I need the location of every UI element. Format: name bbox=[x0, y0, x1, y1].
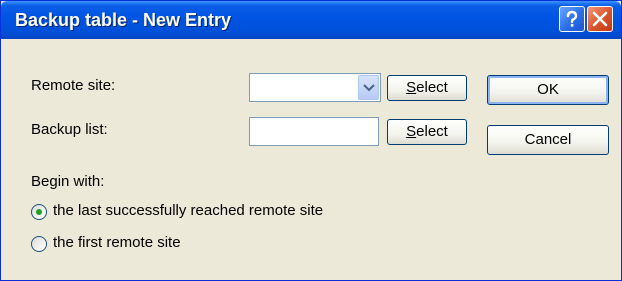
select-backup-list-button[interactable]: Select bbox=[387, 119, 467, 145]
backup-list-input[interactable] bbox=[249, 117, 379, 146]
ok-button[interactable]: OK bbox=[487, 75, 609, 105]
ok-label: OK bbox=[537, 81, 559, 98]
dropdown-button[interactable] bbox=[358, 75, 379, 100]
select-remote-site-label: Select bbox=[406, 79, 448, 96]
radio-last-reached-label[interactable]: the last successfully reached remote sit… bbox=[53, 202, 323, 219]
select-backup-list-label: Select bbox=[406, 123, 448, 140]
radio-first-site[interactable] bbox=[31, 236, 47, 252]
cancel-button[interactable]: Cancel bbox=[487, 125, 609, 155]
title-bar[interactable]: Backup table - New Entry bbox=[1, 1, 621, 39]
remote-site-label: Remote site: bbox=[31, 77, 116, 94]
radio-first-site-label[interactable]: the first remote site bbox=[53, 234, 181, 251]
question-icon bbox=[566, 10, 578, 27]
begin-with-label: Begin with: bbox=[31, 173, 105, 190]
dialog-window: Backup table - New Entry Remote site: Se… bbox=[0, 0, 622, 281]
close-icon bbox=[592, 11, 608, 27]
radio-selected-dot bbox=[36, 209, 42, 215]
chevron-down-icon bbox=[363, 84, 375, 92]
select-remote-site-button[interactable]: Select bbox=[387, 75, 467, 101]
backup-list-label: Backup list: bbox=[31, 121, 108, 138]
help-button[interactable] bbox=[559, 6, 585, 32]
window-title: Backup table - New Entry bbox=[15, 10, 232, 30]
radio-last-reached[interactable] bbox=[31, 204, 47, 220]
remote-site-combobox[interactable] bbox=[249, 73, 381, 102]
close-button[interactable] bbox=[587, 6, 613, 32]
cancel-label: Cancel bbox=[524, 131, 572, 148]
